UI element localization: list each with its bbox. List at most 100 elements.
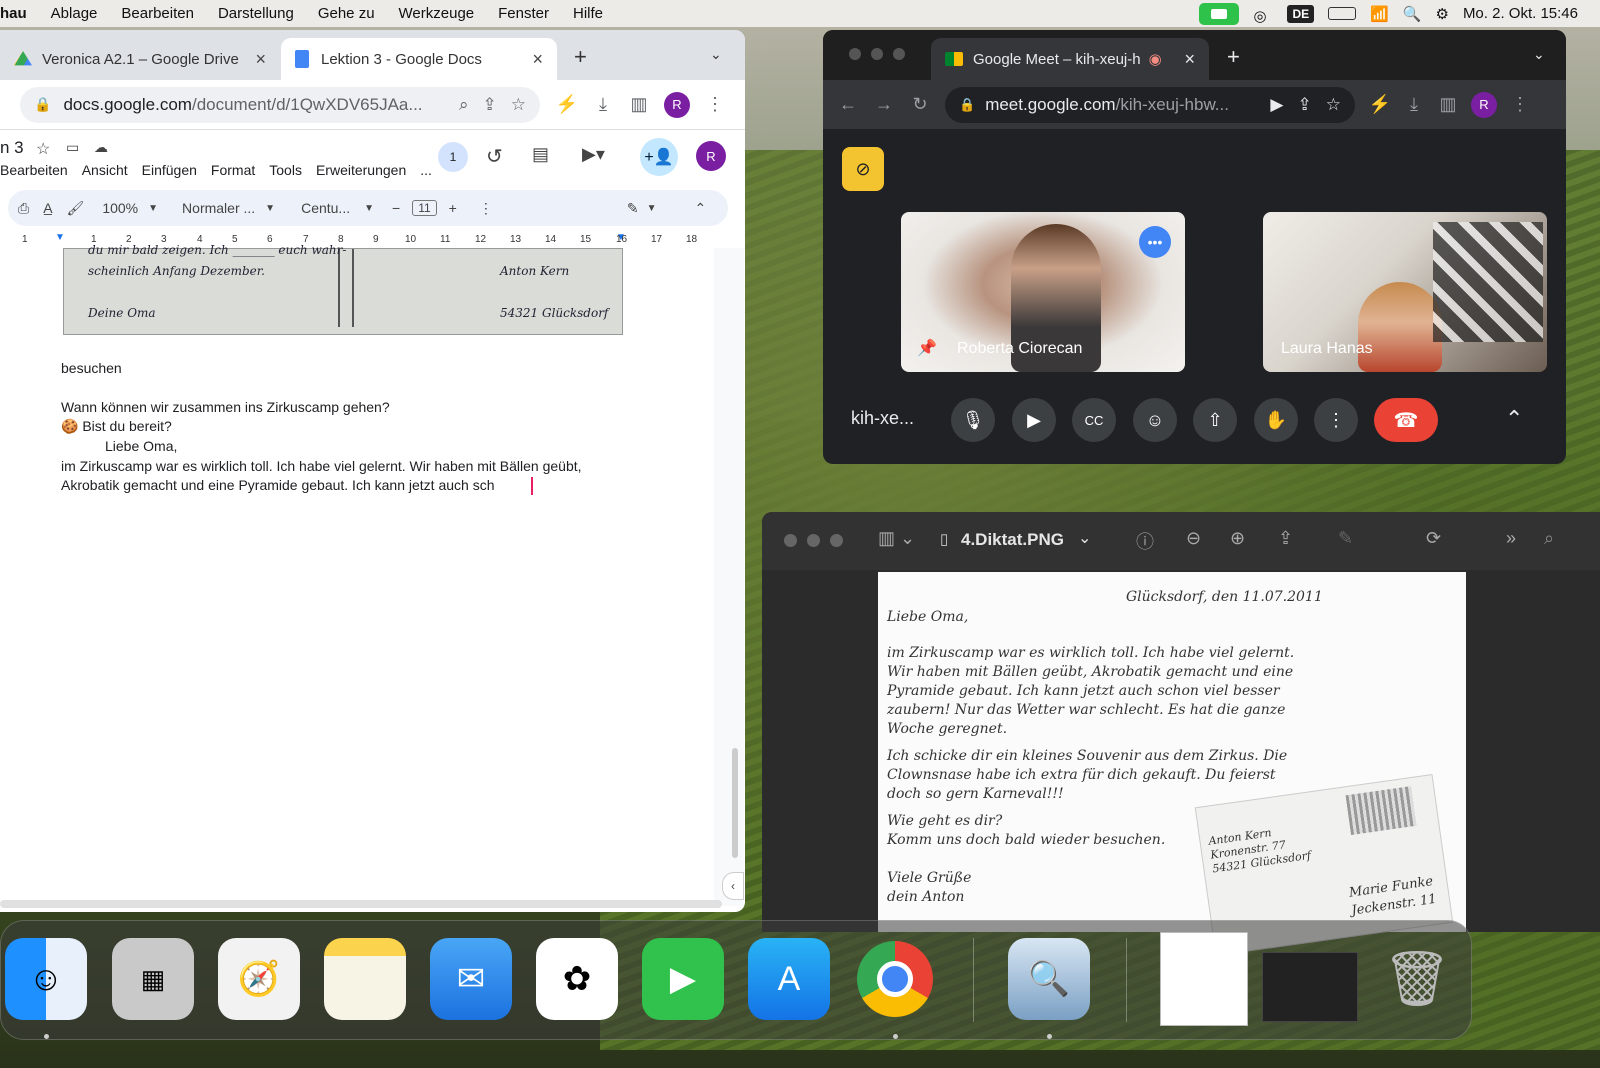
- docs-url-field[interactable]: 🔒 docs.google.com/document/d/1QwXDV65JAa…: [20, 86, 540, 123]
- camera-button[interactable]: ▶: [1012, 398, 1056, 442]
- back-icon[interactable]: ←: [837, 94, 859, 116]
- menu-clock[interactable]: Mo. 2. Okt. 15:46: [1463, 5, 1578, 22]
- extension-icon[interactable]: ⚡: [556, 94, 578, 116]
- tab-google-docs[interactable]: Lektion 3 - Google Docs ×: [281, 38, 557, 80]
- font-size-increase-button[interactable]: +: [449, 200, 457, 216]
- comment-count-badge[interactable]: 1: [438, 142, 468, 172]
- docs-menu-einfuegen[interactable]: Einfügen: [142, 162, 197, 178]
- participant-tile-roberta[interactable]: ••• 📌 Roberta Ciorecan: [901, 212, 1185, 372]
- meet-url-field[interactable]: 🔒 meet.google.com/kih-xeuj-hbw... ▶ ⇪ ☆: [945, 86, 1355, 123]
- participant-tile-laura[interactable]: Laura Hanas: [1263, 212, 1547, 372]
- chrome-icon[interactable]: [854, 938, 936, 1020]
- docs-menu-bearbeiten[interactable]: Bearbeiten: [0, 162, 68, 178]
- camera-permission-icon[interactable]: ▶: [1270, 95, 1283, 115]
- raise-hand-button[interactable]: ✋: [1254, 398, 1298, 442]
- zoom-in-icon[interactable]: ⊕: [1230, 528, 1245, 549]
- share-icon[interactable]: ⇪: [1278, 528, 1293, 549]
- tab-google-meet[interactable]: Google Meet – kih-xeuj-h ◉ ×: [931, 38, 1209, 80]
- share-icon[interactable]: ⇪: [483, 95, 497, 115]
- new-tab-icon[interactable]: +: [574, 44, 587, 70]
- collapse-menus-icon[interactable]: ⌃: [695, 200, 707, 217]
- zoom-lens-icon[interactable]: ⌕: [459, 95, 469, 115]
- menu-fenster[interactable]: Fenster: [486, 5, 561, 22]
- move-folder-icon[interactable]: ▭: [66, 139, 79, 156]
- control-center-icon[interactable]: ⚙: [1435, 5, 1448, 23]
- document-page[interactable]: [0, 248, 713, 906]
- docs-menu-erweiterungen[interactable]: Erweiterungen: [316, 162, 406, 178]
- leave-call-button[interactable]: ☎: [1374, 398, 1438, 442]
- notes-icon[interactable]: [324, 938, 406, 1020]
- download-icon[interactable]: ⤓: [592, 94, 614, 116]
- close-icon[interactable]: ×: [1184, 49, 1195, 70]
- doc-title[interactable]: n 3: [0, 138, 24, 158]
- window-close-dot[interactable]: [849, 48, 861, 60]
- meeting-code[interactable]: kih-xe...: [851, 408, 914, 429]
- rotate-icon[interactable]: ⟳: [1426, 528, 1441, 549]
- menu-gehe-zu[interactable]: Gehe zu: [306, 5, 387, 22]
- keyboard-layout-badge[interactable]: DE: [1287, 4, 1315, 23]
- more-options-button[interactable]: ⋮: [1314, 398, 1358, 442]
- preview-file-title[interactable]: 4.Diktat.PNG: [961, 530, 1064, 550]
- menu-app-name[interactable]: hau: [0, 5, 39, 22]
- zoom-select[interactable]: 100%: [102, 200, 138, 216]
- new-tab-icon[interactable]: +: [1227, 44, 1240, 70]
- indent-marker-icon[interactable]: ▼: [55, 232, 65, 243]
- share-icon[interactable]: ⇪: [1298, 95, 1312, 115]
- emoji-button[interactable]: ☺: [1133, 398, 1177, 442]
- zoom-out-icon[interactable]: ⊖: [1186, 528, 1201, 549]
- paragraph-style-select[interactable]: Normaler ...: [182, 200, 255, 216]
- font-size-input[interactable]: 11: [412, 200, 437, 216]
- menu-werkzeuge[interactable]: Werkzeuge: [387, 5, 487, 22]
- chevron-down-icon[interactable]: ▼: [148, 203, 158, 214]
- finder-icon[interactable]: ☺: [5, 938, 87, 1020]
- docs-menu-format[interactable]: Format: [211, 162, 255, 178]
- bookmark-star-icon[interactable]: ☆: [511, 95, 526, 115]
- chevron-down-icon[interactable]: ▼: [647, 203, 657, 214]
- minimized-window-docs-thumbnail[interactable]: [1160, 932, 1248, 1026]
- docs-menu-ansicht[interactable]: Ansicht: [82, 162, 128, 178]
- chevron-down-icon[interactable]: ▼: [364, 203, 374, 214]
- star-icon[interactable]: ☆: [36, 139, 50, 159]
- print-icon[interactable]: ⎙: [18, 200, 29, 217]
- close-icon[interactable]: ×: [532, 49, 543, 70]
- forward-icon[interactable]: →: [873, 94, 895, 116]
- app-store-icon[interactable]: A: [748, 938, 830, 1020]
- paint-format-icon[interactable]: 🖌: [67, 200, 85, 217]
- battery-icon[interactable]: [1328, 7, 1357, 20]
- sidebar-toggle-icon[interactable]: ▥ ⌄: [878, 528, 915, 549]
- window-zoom-dot[interactable]: [830, 534, 843, 547]
- captions-button[interactable]: CC: [1072, 398, 1116, 442]
- present-screen-button[interactable]: ⇧: [1193, 398, 1237, 442]
- side-panel-icon[interactable]: ▥: [628, 94, 650, 116]
- menu-darstellung[interactable]: Darstellung: [206, 5, 306, 22]
- share-add-person-icon[interactable]: +👤: [640, 138, 678, 176]
- extension-icon[interactable]: ⚡: [1369, 94, 1391, 116]
- spellcheck-icon[interactable]: A̲: [43, 200, 52, 216]
- launchpad-icon[interactable]: ▦: [112, 938, 194, 1020]
- hide-self-view-badge[interactable]: ⊘: [842, 147, 884, 191]
- menu-bearbeiten[interactable]: Bearbeiten: [109, 5, 206, 22]
- chevron-down-icon[interactable]: ▼: [265, 203, 275, 214]
- font-size-decrease-button[interactable]: −: [392, 200, 400, 216]
- facetime-icon[interactable]: ▶: [642, 938, 724, 1020]
- toolbar-overflow-icon[interactable]: »: [1506, 528, 1516, 549]
- minimized-window-downloads-thumbnail[interactable]: [1262, 952, 1358, 1022]
- microphone-button[interactable]: 🎙: [951, 398, 995, 442]
- menu-hilfe[interactable]: Hilfe: [561, 5, 615, 22]
- pin-icon[interactable]: 📌: [917, 338, 937, 358]
- search-icon[interactable]: ⌕: [1544, 528, 1554, 549]
- safari-icon[interactable]: 🧭: [218, 938, 300, 1020]
- comments-icon[interactable]: ▤: [532, 144, 549, 165]
- preview-icon[interactable]: 🔍: [1008, 938, 1090, 1020]
- more-menu-icon[interactable]: ⋮: [1509, 94, 1531, 116]
- scroll-thumb[interactable]: [732, 748, 738, 858]
- side-panel-toggle-icon[interactable]: ‹: [722, 872, 744, 900]
- close-icon[interactable]: ×: [255, 49, 266, 70]
- window-minimize-dot[interactable]: [807, 534, 820, 547]
- font-select[interactable]: Centu...: [301, 200, 350, 216]
- more-menu-icon[interactable]: ⋮: [704, 94, 726, 116]
- profile-avatar[interactable]: R: [664, 91, 690, 118]
- facetime-status-icon[interactable]: [1199, 2, 1240, 25]
- more-options-icon[interactable]: •••: [1139, 226, 1171, 258]
- photos-icon[interactable]: ✿: [536, 938, 618, 1020]
